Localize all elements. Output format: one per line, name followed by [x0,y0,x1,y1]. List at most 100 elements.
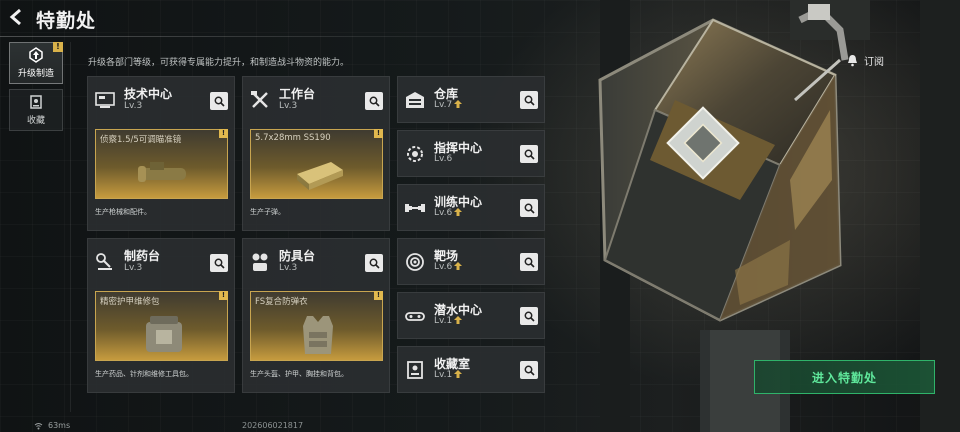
workshop-level: Lv.3 [279,101,298,111]
upgrade-arrow-icon [454,370,463,378]
page-description: 升级各部门等级，可获得专属能力提升，和制造战斗物资的能力。 [88,58,350,68]
search-button[interactable] [520,145,538,163]
top-bar: 特勤处 [0,0,960,36]
alert-badge: ! [219,291,228,300]
body-armor-image [303,316,333,354]
facility-card-warehouse[interactable]: 仓库 Lv.7 [397,76,545,123]
search-button[interactable] [520,307,538,325]
production-slot[interactable]: 侦察1.5/5可调瞄准镜 ! [95,129,228,199]
page-title: 特勤处 [36,10,97,32]
training-center-icon [405,204,425,212]
side-navigation: 升级制造 ! 收藏 [9,42,63,136]
workshop-description: 生产药品、针剂和维修工具包。 [95,370,193,378]
facility-level-text: Lv.6 [434,208,453,218]
search-icon [214,96,225,107]
search-button[interactable] [210,92,228,110]
armor-bench-icon [252,253,268,271]
workshop-card-armor-bench[interactable]: 防具台 Lv.3 FS复合防弹衣 ! 生产头盔、护甲、胸挂和背包。 [242,238,390,393]
search-button[interactable] [210,254,228,272]
search-icon [524,95,535,106]
workshop-description: 生产子弹。 [250,208,285,216]
subscribe-button[interactable]: 订阅 [846,50,916,70]
bell-icon [848,54,857,66]
workshop-card-workbench[interactable]: 工作台 Lv.3 5.7x28mm SS190 ! 生产子弹。 [242,76,390,231]
product-name: 侦察1.5/5可调瞄准镜 [100,135,182,145]
workshop-name: 工作台 [279,87,316,101]
upgrade-arrow-icon [454,316,463,324]
workshop-level: Lv.3 [279,263,298,273]
back-arrow-icon[interactable] [8,8,26,26]
upgrade-arrow-icon [454,208,463,216]
facility-level: Lv.7 [434,100,463,110]
collection-room-icon [407,361,423,379]
facility-card-collection-room[interactable]: 收藏室 Lv.1 [397,346,545,393]
side-divider [70,42,71,412]
search-button[interactable] [520,361,538,379]
workshop-card-tech-center[interactable]: 技术中心 Lv.3 侦察1.5/5可调瞄准镜 ! 生产枪械和配件。 [87,76,235,231]
facility-card-shooting-range[interactable]: 靶场 Lv.6 [397,238,545,285]
search-button[interactable] [365,254,383,272]
facility-card-training-center[interactable]: 训练中心 Lv.6 [397,184,545,231]
facility-level: Lv.6 [434,208,463,218]
facility-card-diving-center[interactable]: 潜水中心 Lv.1 [397,292,545,339]
upgrade-arrow-icon [454,262,463,270]
workshop-level: Lv.3 [124,263,143,273]
search-button[interactable] [365,92,383,110]
build-number: 202606021817 [242,421,304,430]
workshop-name: 技术中心 [124,87,173,101]
facility-level-text: Lv.6 [434,154,453,164]
product-name: 5.7x28mm SS190 [255,133,331,143]
warehouse-icon [406,92,424,108]
search-button[interactable] [520,91,538,109]
upgrade-arrow-icon [454,100,463,108]
search-icon [524,365,535,376]
alert-badge: ! [53,42,63,52]
workbench-icon [251,91,268,108]
search-icon [369,258,380,269]
repair-kit-image [146,316,182,352]
facility-level: Lv.6 [434,262,463,272]
search-icon [524,203,535,214]
upgrade-icon [29,47,43,63]
facility-level-text: Lv.1 [434,370,453,380]
workshop-level: Lv.3 [124,101,143,111]
production-slot[interactable]: 精密护甲维修包 ! [95,291,228,361]
search-button[interactable] [520,253,538,271]
side-tab-collection[interactable]: 收藏 [9,89,63,131]
header-divider [0,36,560,37]
facility-level: Lv.6 [434,154,452,164]
ping-indicator: 63ms [48,421,71,430]
product-name: FS复合防弹衣 [255,297,308,307]
diving-center-icon [405,312,425,321]
side-tab-label: 升级制造 [17,69,54,79]
facility-level-text: Lv.7 [434,100,453,110]
search-icon [524,311,535,322]
subscribe-label: 订阅 [864,56,884,68]
search-icon [369,96,380,107]
alert-badge: ! [219,129,228,138]
ammo-box-image [297,162,343,190]
search-button[interactable] [520,199,538,217]
shooting-range-icon [406,253,424,271]
workshop-name: 防具台 [279,249,316,263]
product-name: 精密护甲维修包 [100,297,160,307]
enter-special-ops-button[interactable]: 进入特勤处 [754,360,935,394]
search-icon [524,257,535,268]
workshop-name: 制药台 [124,249,161,263]
pharmacy-icon [96,253,112,270]
command-center-icon [407,146,423,162]
side-tab-upgrade-manufacture[interactable]: 升级制造 ! [9,42,63,84]
search-icon [524,149,535,160]
scope-item-image [138,162,186,182]
facility-card-command-center[interactable]: 指挥中心 Lv.6 [397,130,545,177]
workshop-card-pharmacy[interactable]: 制药台 Lv.3 精密护甲维修包 ! 生产药品、针剂和维修工具包。 [87,238,235,393]
production-slot[interactable]: FS复合防弹衣 ! [250,291,383,361]
alert-badge: ! [374,129,383,138]
facility-level: Lv.1 [434,316,463,326]
production-slot[interactable]: 5.7x28mm SS190 ! [250,129,383,199]
facility-level: Lv.1 [434,370,463,380]
facility-level-text: Lv.1 [434,316,453,326]
workshop-description: 生产枪械和配件。 [95,208,151,216]
side-tab-label: 收藏 [26,116,45,126]
facility-level-text: Lv.6 [434,262,453,272]
